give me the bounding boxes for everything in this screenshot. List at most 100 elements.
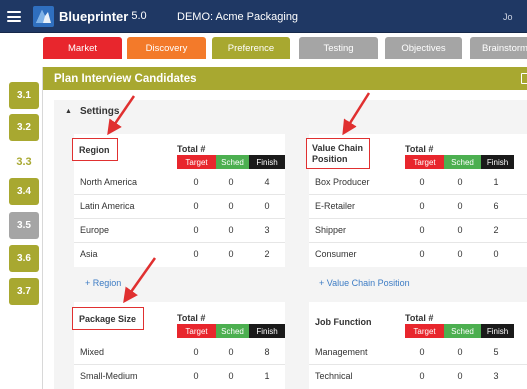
table-row: E-Retailer 0 0 6 [309,194,527,217]
target-value: 0 [193,249,199,259]
value-chain-finish-header: Finish [481,155,514,169]
finish-value: 8 [264,346,270,357]
row-label: Shipper [315,225,347,235]
step-3-4[interactable]: 3.4 [9,178,39,205]
sched-value: 0 [457,201,463,211]
tab-market[interactable]: Market [43,37,122,59]
table-row: Small-Medium 0 0 1 [74,364,285,387]
job-function-target-header: Target [405,324,444,338]
panel-export-icon[interactable] [521,73,527,84]
finish-value: 4 [264,176,270,187]
target-value: 0 [193,225,199,235]
value-chain-target-header: Target [405,155,444,169]
panel-header: Plan Interview Candidates [43,67,527,90]
brand-name: Blueprinter [59,9,129,24]
region-finish-header: Finish [249,155,285,169]
finish-value: 0 [264,201,270,211]
target-value: 0 [419,225,425,235]
target-value: 0 [419,371,425,381]
job-function-card: Job Function Total # Target Sched Finish… [309,302,527,389]
sched-value: 0 [228,176,234,187]
step-3-2[interactable]: 3.2 [9,114,39,141]
finish-value: 2 [493,225,499,235]
tab-preference[interactable]: Preference [212,37,290,59]
table-row: Shipper 0 0 2 [309,218,527,241]
tab-discovery[interactable]: Discovery [127,37,206,59]
step-3-7[interactable]: 3.7 [9,278,39,305]
value-chain-total-label: Total # [405,144,434,154]
settings-content: Region Total # Target Sched Finish North… [54,122,527,389]
sched-value: 0 [457,225,463,235]
sched-value: 0 [457,371,463,381]
settings-toggle[interactable]: ▲ Settings [54,100,527,122]
panel-title: Plan Interview Candidates [54,72,197,85]
region-total-label: Total # [177,144,206,154]
phase-tabs: Market Discovery Preference Testing Obje… [0,33,527,59]
table-row: Latin America 0 0 0 [74,194,285,217]
job-function-title: Job Function [315,317,372,327]
sched-value: 0 [228,201,234,211]
sched-value: 0 [457,249,463,259]
step-nav: 3.1 3.2 3.3 3.4 3.5 3.6 3.7 [0,64,42,389]
table-row: Management 0 0 5 [309,340,527,363]
table-row: North America 0 0 4 [74,170,285,193]
blueprinter-logo-icon [33,6,54,27]
tab-objectives[interactable]: Objectives [385,37,462,59]
table-row: Asia 0 0 2 [74,242,285,265]
row-label: Europe [80,225,110,235]
finish-value: 1 [264,371,270,381]
row-label: Mixed [80,346,105,357]
target-value: 0 [419,176,425,187]
region-title: Region [72,138,118,161]
step-3-6[interactable]: 3.6 [9,245,39,272]
job-function-finish-header: Finish [481,324,514,338]
step-3-5[interactable]: 3.5 [9,212,39,239]
add-region-link[interactable]: + Region [85,278,121,288]
main-panel: Plan Interview Candidates ▲ Settings Reg… [42,67,527,389]
target-value: 0 [419,201,425,211]
table-row: Mixed 0 0 8 [74,340,285,363]
region-sched-header: Sched [216,155,249,169]
finish-value: 0 [493,249,499,259]
finish-value: 6 [493,201,499,211]
row-label: Asia [80,249,98,259]
finish-value: 5 [493,346,499,357]
sched-value: 0 [228,371,234,381]
row-label: Management [315,346,368,357]
tab-testing[interactable]: Testing [299,37,378,59]
package-size-card: Package Size Total # Target Sched Finish… [72,302,285,389]
target-value: 0 [419,249,425,259]
row-label: E-Retailer [315,201,356,211]
value-chain-title-line1: Value Chain [312,143,364,153]
job-function-total-label: Total # [405,313,434,323]
sched-value: 0 [228,249,234,259]
tab-brainstorm[interactable]: Brainstorm [470,37,527,59]
row-label: North America [80,176,138,187]
brand-version: 5.0 [131,10,147,22]
job-function-sched-header: Sched [444,324,481,338]
sched-value: 0 [228,346,234,357]
value-chain-card: Value Chain Position Total # Target Sche… [306,134,527,267]
add-value-chain-position-link[interactable]: + Value Chain Position [319,278,410,288]
table-row: Consumer 0 0 0 [309,242,527,265]
hamburger-menu-icon[interactable] [7,11,21,22]
row-label: Technical [315,371,353,381]
finish-value: 2 [264,249,270,259]
step-3-3[interactable]: 3.3 [9,148,39,175]
value-chain-title-line2: Position [312,154,348,164]
target-value: 0 [193,346,199,357]
table-row: Europe 0 0 3 [74,218,285,241]
package-size-title: Package Size [72,307,145,330]
target-value: 0 [193,371,199,381]
project-name: DEMO: Acme Packaging [177,11,299,23]
sched-value: 0 [457,176,463,187]
row-label: Small-Medium [80,371,138,381]
region-card: Region Total # Target Sched Finish North… [72,134,285,267]
table-row: Technical 0 0 3 [309,364,527,387]
table-row: Box Producer 0 0 1 [309,170,527,193]
region-target-header: Target [177,155,216,169]
sched-value: 0 [228,225,234,235]
user-name[interactable]: Jo [503,12,513,22]
step-3-1[interactable]: 3.1 [9,82,39,109]
value-chain-sched-header: Sched [444,155,481,169]
